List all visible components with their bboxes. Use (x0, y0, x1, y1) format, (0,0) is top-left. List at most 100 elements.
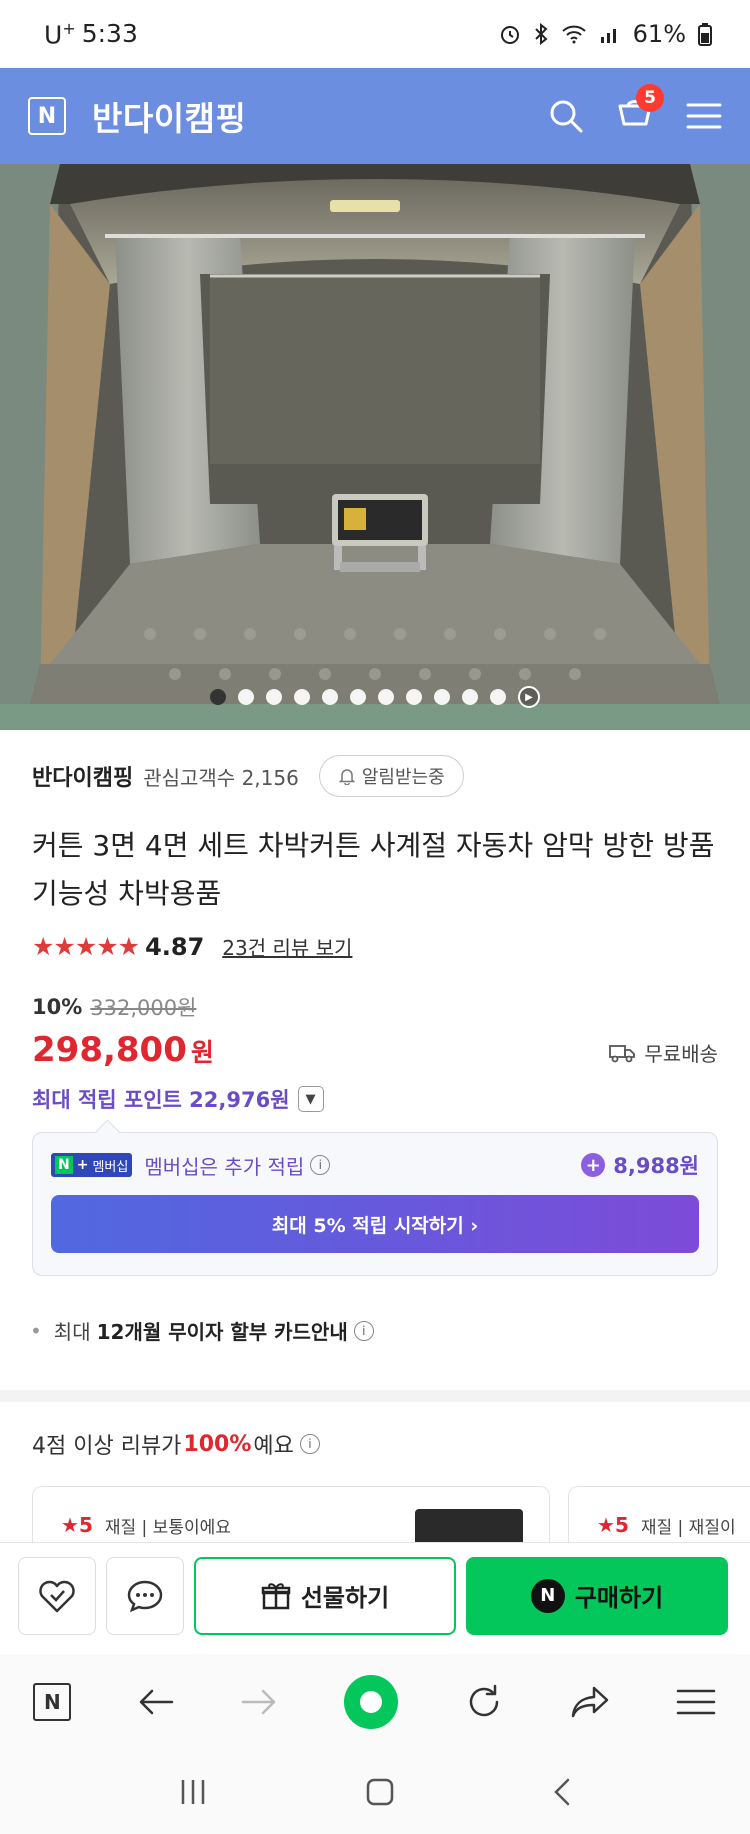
info-icon[interactable]: i (353, 1320, 374, 1341)
seller-row: 반다이캠핑 관심고객수 2,156 알림받는중 (32, 754, 464, 798)
rating-stars-icon: ★★★★★ (32, 932, 140, 961)
gift-icon (261, 1582, 291, 1609)
membership-start-button[interactable]: 최대 5% 적립 시작하기 › (51, 1195, 699, 1253)
seller-name[interactable]: 반다이캠핑 (32, 760, 133, 792)
gallery-pagination: ▶ (0, 686, 750, 708)
alarm-icon (500, 26, 519, 44)
review-rating: ★5 (61, 1513, 93, 1537)
plus-circle-icon: + (581, 1153, 606, 1177)
gallery-dot[interactable] (490, 689, 506, 705)
membership-box: N + 멤버십 멤버십은 추가 적립 i + 8,988원 최대 5% 적립 시… (32, 1132, 718, 1276)
talk-button[interactable] (106, 1556, 184, 1635)
truck-icon (609, 1044, 636, 1062)
info-icon[interactable]: i (310, 1155, 331, 1175)
gallery-dot[interactable] (406, 689, 422, 705)
bullet-icon: • (30, 1318, 42, 1343)
product-title: 커튼 3면 4면 세트 차박커튼 사계절 자동차 암막 방한 방품 기능성 차박… (32, 829, 715, 910)
discount-row: 10% 332,000원 (32, 992, 196, 1022)
gallery-dot[interactable] (462, 689, 478, 705)
share-icon[interactable] (570, 1685, 610, 1719)
max-points-row[interactable]: 최대 적립 포인트 22,976원 ▼ (32, 1084, 324, 1114)
signal-icon (600, 29, 616, 43)
review-summary-suffix: 예요 (253, 1434, 294, 1459)
product-image[interactable]: ▶ (0, 164, 750, 730)
buy-button[interactable]: N 구매하기 (466, 1556, 728, 1635)
gift-button[interactable]: 선물하기 (194, 1556, 456, 1635)
gallery-dot[interactable] (322, 689, 338, 705)
membership-points-value: 8,988원 (613, 1154, 699, 1178)
hamburger-menu-icon[interactable] (676, 1688, 716, 1716)
buy-label: 구매하기 (574, 1584, 664, 1612)
clock: 5:33 (81, 19, 138, 49)
rating-value: 4.87 (145, 932, 205, 961)
review-card[interactable]: ★5 재질 | 재질이 (568, 1486, 750, 1542)
chat-bubble-icon (127, 1580, 163, 1612)
home-icon[interactable] (365, 1777, 395, 1807)
naver-home-icon[interactable]: N (33, 1683, 72, 1721)
search-icon[interactable] (548, 98, 584, 134)
menu-icon[interactable] (686, 101, 722, 131)
review-link[interactable]: 23건 리뷰 보기 (222, 932, 352, 961)
review-summary: 4점 이상 리뷰가 100% 예요 i (32, 1428, 320, 1460)
cart-count-badge: 5 (636, 84, 664, 112)
npay-n-icon: N (55, 1156, 73, 1174)
alarm-button[interactable]: 알림받는중 (318, 755, 464, 797)
battery-percent: 61% (632, 20, 686, 48)
gallery-dot[interactable] (238, 689, 254, 705)
membership-text: 멤버십은 추가 적립 (144, 1154, 305, 1179)
review-snippet: 재질 | 재질이 (640, 1518, 736, 1538)
store-name[interactable]: 반다이캠핑 (92, 92, 246, 140)
car-trunk-photo (0, 164, 750, 730)
gallery-dot[interactable] (210, 689, 226, 705)
gallery-dot[interactable] (378, 689, 394, 705)
video-play-icon[interactable]: ▶ (518, 686, 540, 708)
battery-icon (698, 23, 712, 46)
followers-count: 관심고객수 2,156 (143, 765, 299, 790)
naver-pay-icon: N (530, 1578, 565, 1613)
android-nav-bar (0, 1750, 750, 1834)
heart-check-icon (39, 1580, 75, 1612)
header-actions: 5 (548, 84, 722, 136)
green-dot-button[interactable] (343, 1675, 398, 1729)
info-icon[interactable]: i (299, 1434, 320, 1454)
wishlist-button[interactable] (18, 1556, 96, 1635)
browser-toolbar: N (0, 1654, 750, 1750)
purchase-bar: 선물하기 N 구매하기 (0, 1542, 750, 1648)
status-right: 61% (499, 20, 712, 48)
section-divider (0, 1390, 750, 1402)
recent-apps-icon[interactable] (178, 1778, 208, 1806)
refresh-icon[interactable] (465, 1683, 503, 1721)
max-points-text: 최대 적립 포인트 22,976원 (32, 1088, 290, 1112)
status-bar: U+ 5:33 61% (0, 0, 750, 68)
gift-label: 선물하기 (300, 1584, 390, 1612)
review-snippet: 재질 | 보통이에요 (104, 1518, 231, 1538)
cart-button[interactable]: 5 (616, 84, 664, 136)
naver-logo-icon[interactable]: N (28, 97, 66, 135)
bluetooth-icon (534, 23, 548, 45)
npay-badge-label: 멤버십 (92, 1159, 129, 1175)
review-card[interactable]: ★5 재질 | 보통이에요 (32, 1486, 550, 1542)
gallery-dot[interactable] (266, 689, 282, 705)
back-arrow-icon[interactable] (138, 1687, 174, 1717)
store-header: N 반다이캠핑 5 (0, 68, 750, 164)
gallery-dot[interactable] (434, 689, 450, 705)
npay-plus-icon: + (76, 1157, 89, 1173)
alarm-label: 알림받는중 (361, 767, 445, 788)
installment-prefix: 최대 (53, 1320, 91, 1344)
wifi-icon (561, 25, 586, 44)
chevron-down-icon[interactable]: ▼ (297, 1086, 324, 1112)
gallery-dot[interactable] (350, 689, 366, 705)
forward-arrow-icon[interactable] (241, 1687, 277, 1717)
gallery-dot[interactable] (294, 689, 310, 705)
back-icon[interactable] (552, 1777, 572, 1807)
sale-price: 298,800 (32, 1030, 187, 1070)
price-unit: 원 (190, 1038, 214, 1067)
shipping-info: 무료배송 (608, 1038, 718, 1067)
rating-row: ★★★★★ 4.87 23건 리뷰 보기 (32, 932, 352, 961)
npay-membership-badge: N + 멤버십 (51, 1153, 133, 1177)
installment-info[interactable]: • 최대 12개월 무이자 할부 카드안내 i (30, 1316, 374, 1345)
review-rating: ★5 (597, 1513, 629, 1537)
shipping-label: 무료배송 (644, 1042, 718, 1066)
carrier-label: U+ (44, 18, 76, 50)
bell-icon (338, 769, 356, 785)
